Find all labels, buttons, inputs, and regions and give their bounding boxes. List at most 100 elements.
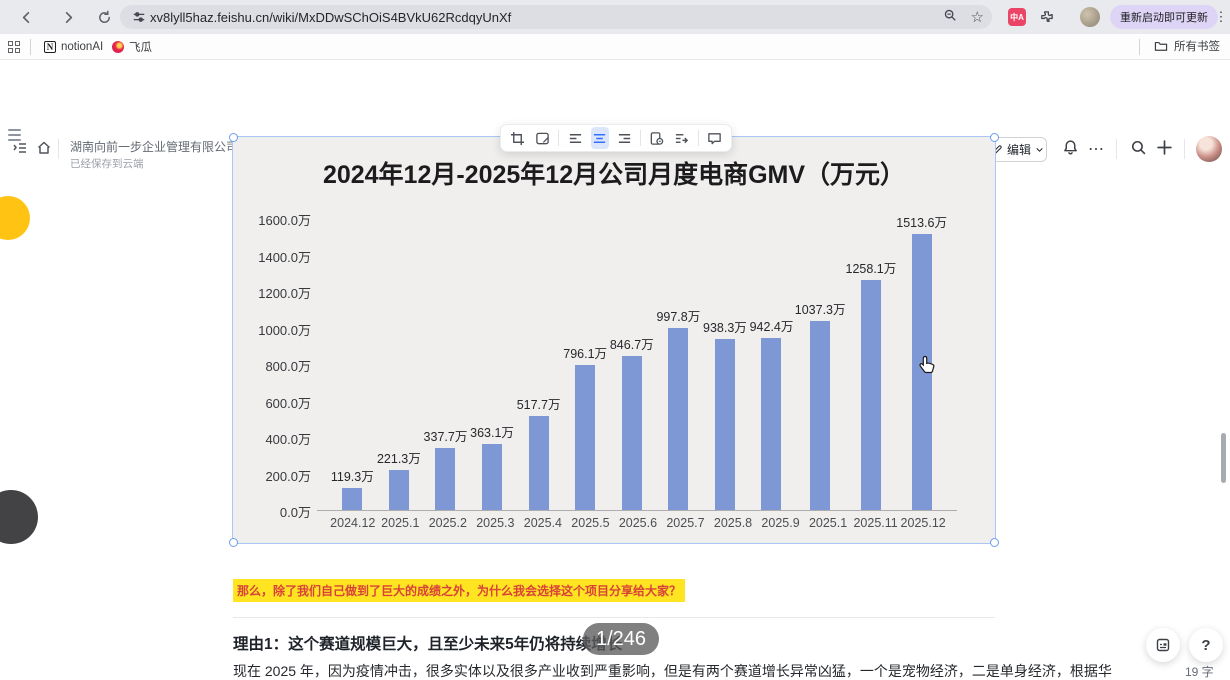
bar-slot: 938.3万 [702, 199, 749, 510]
align-center-icon[interactable] [590, 127, 609, 149]
x-tick-label: 2025.9 [761, 516, 800, 530]
bar-value-label: 363.1万 [470, 425, 514, 440]
all-bookmarks-button[interactable]: 所有书签 [1154, 38, 1220, 54]
highlighted-question[interactable]: 那么，除了我们自己做到了巨大的成绩之外，为什么我会选择这个项目分享给大家？ [233, 579, 686, 602]
scrollbar-thumb[interactable] [1221, 433, 1226, 483]
bar [810, 320, 831, 510]
bar [388, 469, 409, 510]
comment-icon[interactable] [705, 127, 723, 149]
floating-yellow-bubble[interactable] [0, 196, 30, 240]
page-indicator: 1/246 [583, 623, 660, 655]
y-tick-label: 1000.0万 [258, 322, 311, 338]
x-tick-label: 2024.12 [330, 516, 376, 530]
create-new-icon[interactable] [1156, 139, 1173, 156]
chrome-update-button[interactable]: 重新启动即可更新 [1110, 5, 1218, 29]
bookmark-feigua[interactable]: 飞瓜 [112, 38, 152, 56]
reason-heading[interactable]: 理由1：这个赛道规模巨大，且至少未来5年仍将持续增长 [233, 632, 622, 654]
bar-series: 119.3万 221.3万 337.7万 363.1万 517.7万 796.1万 846.… [329, 199, 947, 510]
bar-value-label: 938.3万 [703, 320, 747, 335]
y-tick-label: 800.0万 [265, 359, 311, 374]
y-tick-label: 0.0万 [279, 505, 311, 520]
body-text[interactable]: 现在 2025 年，因为疫情冲击，很多实体以及很多产业收到严重影响，但是有两个赛… [233, 661, 1112, 680]
image-toolbar [500, 124, 732, 152]
resize-handle-bottom-left[interactable] [229, 538, 238, 547]
resize-handle-top-left[interactable] [229, 133, 238, 142]
bookmark-star-icon[interactable]: ☆ [971, 8, 984, 26]
convert-to-file-icon[interactable] [673, 127, 691, 149]
bar-slot: 796.1万 [562, 199, 609, 510]
y-tick-label: 1600.0万 [258, 213, 311, 228]
x-axis-labels: 2024.12 2025.1 2025.2 2025.3 2025.4 2025.5 202… [329, 516, 947, 530]
bar [668, 327, 689, 510]
browser-menu-icon[interactable]: ⋮ [1214, 5, 1228, 29]
bookmark-notionai[interactable]: N notionAI [44, 38, 103, 56]
divider [1116, 139, 1117, 159]
bookmark-label: notionAI [61, 41, 104, 53]
x-tick-label: 2025.12 [900, 516, 946, 530]
x-tick-label: 2025.4 [523, 516, 562, 530]
back-icon[interactable] [14, 5, 38, 29]
zoom-icon[interactable] [943, 8, 957, 27]
bar [860, 280, 881, 510]
doc-outline-toggle-icon[interactable] [8, 129, 24, 143]
caption-icon[interactable] [534, 127, 552, 149]
y-tick-label: 1400.0万 [258, 249, 311, 265]
url-bar[interactable]: xv8lyll5haz.feishu.cn/wiki/MxDDwSChOiS4B… [120, 5, 992, 29]
notifications-bell-icon[interactable] [1062, 139, 1079, 156]
bar-value-label: 1258.1万 [845, 262, 897, 277]
bar-slot: 942.4万 [748, 199, 795, 510]
x-tick-label: 2025.1 [381, 516, 420, 530]
bar-value-label: 942.4万 [749, 320, 794, 334]
divider [1184, 139, 1185, 159]
bar [342, 488, 363, 510]
bar-slot: 221.3万 [376, 199, 423, 510]
apps-grid-icon[interactable] [8, 41, 20, 53]
more-actions-icon[interactable]: ⋯ [1088, 139, 1104, 159]
bookmarks-bar: N notionAI 飞瓜 所有书签 [0, 34, 1230, 60]
x-tick-label: 2025.2 [428, 516, 467, 530]
forward-icon[interactable] [56, 5, 80, 29]
bar-slot: 119.3万 [329, 199, 376, 510]
floating-dark-bubble[interactable] [0, 490, 38, 544]
align-right-icon[interactable] [616, 127, 634, 149]
reload-icon[interactable] [92, 5, 116, 29]
y-tick-label: 600.0万 [265, 395, 311, 411]
notion-icon: N [44, 41, 56, 53]
align-left-icon[interactable] [566, 127, 584, 149]
feigua-icon [112, 41, 124, 53]
word-count: 19 字 [1185, 665, 1214, 679]
resize-handle-top-right[interactable] [990, 133, 999, 142]
home-icon[interactable] [36, 140, 52, 156]
x-tick-label: 2025.11 [853, 516, 898, 530]
browser-profile-avatar[interactable] [1080, 7, 1100, 27]
bar [714, 338, 735, 510]
site-info-icon[interactable] [132, 10, 146, 29]
catalog-icon [1156, 638, 1170, 652]
bar-value-label: 337.7万 [423, 430, 468, 445]
search-icon[interactable] [1130, 139, 1147, 156]
bar-value-label: 1037.3万 [794, 302, 846, 317]
bar [621, 355, 642, 510]
extensions-puzzle-icon[interactable] [1034, 5, 1058, 29]
bar-slot: 846.7万 [608, 199, 655, 510]
bar [575, 364, 596, 510]
chart-image[interactable]: 2024年12月-2025年12月公司月度电商GMV（万元） 119.3万 221… [232, 136, 996, 544]
help-icon: ? [1201, 636, 1211, 654]
translate-extension-icon[interactable]: 中A [1008, 8, 1026, 26]
folder-icon [1154, 41, 1168, 51]
breadcrumb-item[interactable]: 湖南向前一步企业管理有限公司 [70, 138, 238, 155]
divider [233, 617, 995, 618]
bar-value-label: 517.7万 [516, 397, 561, 412]
help-button[interactable]: ? [1189, 628, 1223, 662]
x-tick-label: 2025.3 [476, 516, 515, 530]
copy-link-icon[interactable] [648, 127, 666, 149]
bar-value-label: 997.8万 [656, 309, 701, 324]
bar-slot: 337.7万 [422, 199, 469, 510]
user-avatar[interactable] [1196, 136, 1222, 162]
crop-icon[interactable] [509, 127, 527, 149]
resize-handle-bottom-right[interactable] [990, 538, 999, 547]
x-tick-label: 2025.8 [713, 516, 753, 530]
chevron-down-icon [1036, 148, 1043, 152]
catalog-button[interactable] [1146, 628, 1180, 662]
browser-toolbar: xv8lyll5haz.feishu.cn/wiki/MxDDwSChOiS4B… [0, 0, 1230, 34]
